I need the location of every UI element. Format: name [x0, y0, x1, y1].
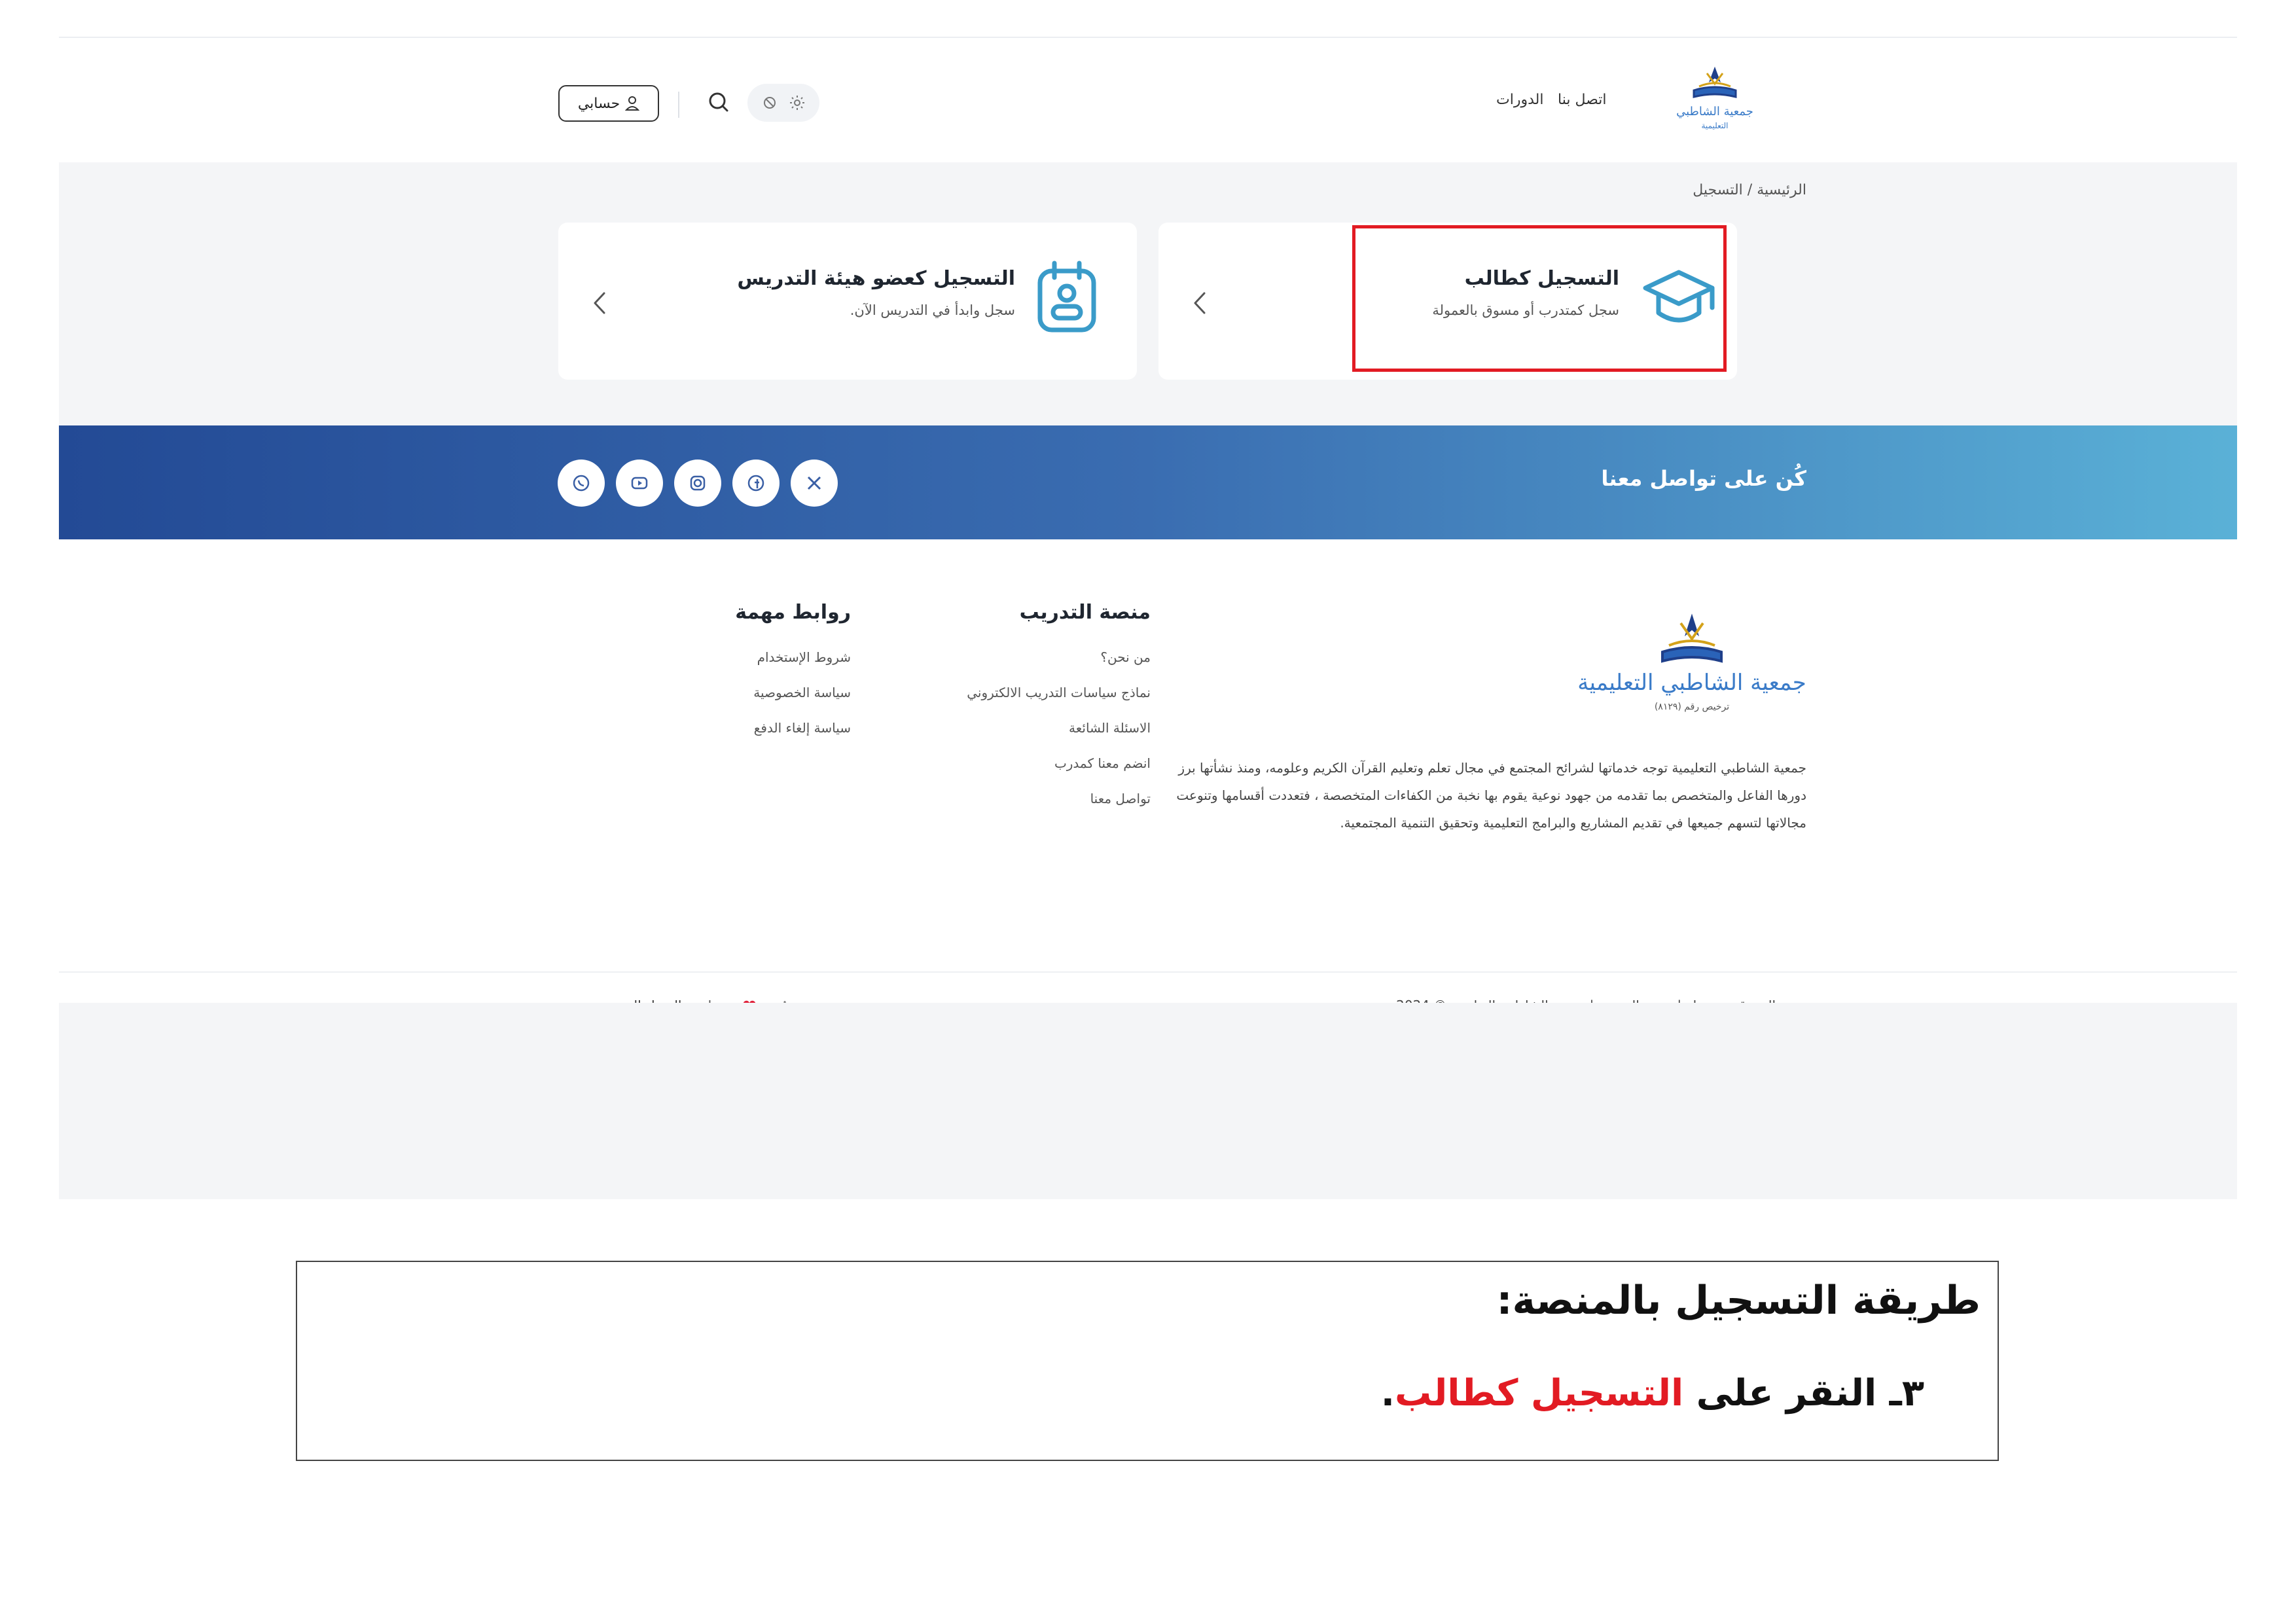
instagram-icon[interactable] [674, 460, 721, 507]
nav-courses[interactable]: الدورات [1496, 92, 1543, 108]
instruction-step: ٣ـ النقر على التسجيل كطالب. [1381, 1372, 1924, 1415]
user-icon [625, 96, 640, 111]
account-button[interactable]: حسابي [558, 85, 659, 122]
chevron-left-icon [1194, 292, 1206, 314]
sun-icon [790, 96, 804, 110]
svg-text:جمعية الشاطبي: جمعية الشاطبي [1676, 105, 1753, 118]
empty-lower-band [59, 1003, 2237, 1199]
website-screenshot: جمعية الشاطبي التعليمية اتصل بنا الدورات… [59, 37, 2237, 1199]
instruction-step-highlight: التسجيل كطالب [1394, 1372, 1684, 1415]
account-label: حسابي [577, 95, 620, 112]
breadcrumb-separator: / [1747, 182, 1753, 198]
register-faculty-subtitle: سجل وابدأ في التدريس الآن. [850, 302, 1015, 318]
moon-icon [764, 97, 776, 109]
site-header: جمعية الشاطبي التعليمية اتصل بنا الدورات… [59, 38, 2237, 162]
instruction-step-suffix: . [1380, 1372, 1395, 1415]
social-title: كُن على تواصل معنا [1601, 466, 1806, 491]
register-faculty-card[interactable]: التسجيل كعضو هيئة التدريس سجل وابدأ في ا… [558, 223, 1137, 380]
svg-text:ترخيص رقم (٨١٢٩): ترخيص رقم (٨١٢٩) [1655, 702, 1729, 712]
footer-link-faq[interactable]: الاسئلة الشائعة [1069, 720, 1151, 736]
footer-link-terms[interactable]: شروط الإستخدام [757, 649, 851, 665]
breadcrumb: الرئيسية / التسجيل [1630, 182, 1806, 198]
theme-toggle[interactable] [747, 84, 819, 122]
footer-link-refund[interactable]: سياسة إلغاء الدفع [754, 720, 851, 736]
site-footer: جمعية الشاطبي التعليمية ترخيص رقم (٨١٢٩)… [59, 539, 2237, 1025]
breadcrumb-current: التسجيل [1693, 182, 1743, 198]
instruction-step-prefix: ٣ـ النقر على [1683, 1372, 1924, 1415]
registration-section: الرئيسية / التسجيل التسجيل كطالب سجل كمت… [59, 162, 2237, 425]
calendar-user-icon [1037, 261, 1096, 333]
association-logo: جمعية الشاطبي التعليمية ترخيص رقم (٨١٢٩) [1577, 613, 1806, 712]
footer-about: جمعية الشاطبي التعليمية توجه خدماتها لشر… [1176, 760, 1806, 831]
footer-link-about[interactable]: من نحن؟ [1100, 649, 1151, 665]
register-faculty-title: التسجيل كعضو هيئة التدريس [737, 267, 1015, 290]
nav-contact[interactable]: اتصل بنا [1558, 92, 1606, 108]
youtube-icon[interactable] [616, 460, 663, 507]
highlight-box [1352, 225, 1727, 372]
instruction-box: طريقة التسجيل بالمنصة: ٣ـ النقر على التس… [296, 1261, 1999, 1461]
platform-column-title: منصة التدريب [1019, 601, 1151, 624]
facebook-icon[interactable] [732, 460, 780, 507]
social-band: كُن على تواصل معنا [59, 425, 2237, 539]
footer-link-privacy[interactable]: سياسة الخصوصية [753, 685, 851, 700]
header-divider [678, 92, 679, 118]
footer-link-join-trainer[interactable]: انضم معنا كمدرب [1054, 755, 1151, 771]
breadcrumb-home[interactable]: الرئيسية [1757, 182, 1806, 198]
links-column-title: روابط مهمة [735, 601, 851, 624]
footer-link-policies[interactable]: نماذج سياسات التدريب الالكتروني [967, 685, 1151, 700]
footer-divider [59, 971, 2237, 973]
svg-text:جمعية الشاطبي التعليمية: جمعية الشاطبي التعليمية [1577, 670, 1806, 696]
svg-text:التعليمية: التعليمية [1702, 121, 1729, 130]
instruction-heading: طريقة التسجيل بالمنصة: [1496, 1278, 1981, 1324]
chevron-left-icon [594, 292, 605, 314]
search-icon[interactable] [702, 86, 734, 119]
x-icon[interactable] [791, 460, 838, 507]
footer-link-contact[interactable]: تواصل معنا [1090, 791, 1151, 806]
association-logo[interactable]: جمعية الشاطبي التعليمية [1643, 64, 1787, 143]
whatsapp-icon[interactable] [558, 460, 605, 507]
